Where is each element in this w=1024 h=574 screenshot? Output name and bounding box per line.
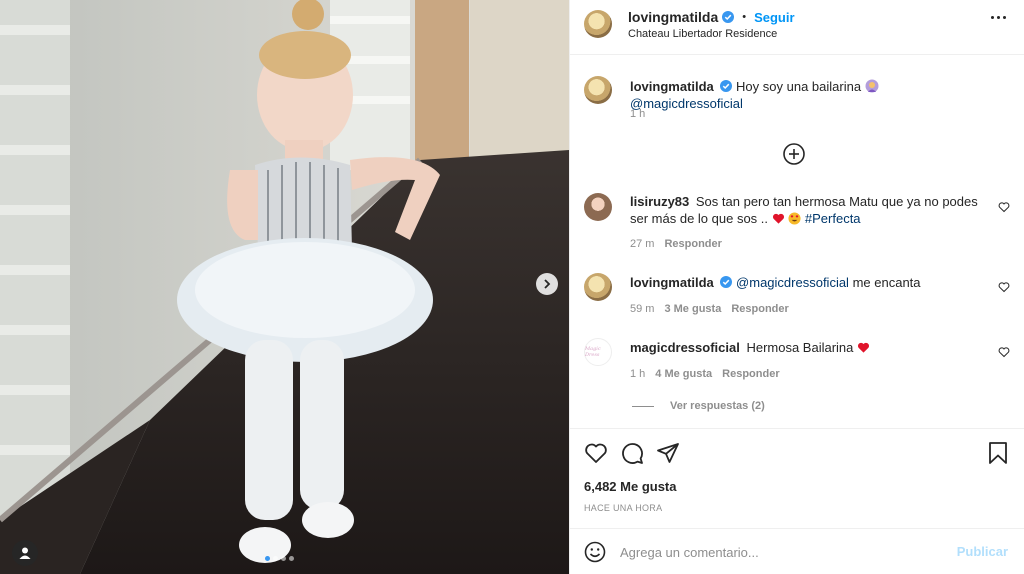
- heart-icon[interactable]: [998, 346, 1010, 358]
- user-tag-icon: [19, 547, 31, 559]
- caption-username[interactable]: lovingmatilda: [630, 79, 714, 94]
- tagged-users-button[interactable]: [12, 540, 38, 566]
- comment-text: lovingmatilda @magicdressoficial me enca…: [630, 274, 985, 291]
- carousel-dot: [265, 556, 270, 561]
- replies-divider: [632, 405, 654, 407]
- comment-username[interactable]: magicdressoficial: [630, 340, 740, 355]
- separator-dot: •: [742, 11, 747, 23]
- caption-time: 1 h: [630, 108, 646, 120]
- heart-eyes-emoji-icon: [788, 212, 801, 225]
- likes-count[interactable]: 6,482 Me gusta: [584, 479, 677, 494]
- comment-likes[interactable]: 3 Me gusta: [664, 303, 721, 315]
- heart-icon[interactable]: [584, 441, 608, 465]
- avatar[interactable]: [584, 76, 612, 104]
- reply-button[interactable]: Responder: [722, 368, 779, 380]
- post-actions: 6,482 Me gusta HACE UNA HORA: [570, 428, 1024, 528]
- comment-likes[interactable]: 4 Me gusta: [655, 368, 712, 380]
- caption-text: lovingmatilda Hoy soy una bailarina @mag…: [630, 78, 985, 112]
- load-more-icon[interactable]: [782, 142, 806, 166]
- reply-button[interactable]: Responder: [664, 238, 721, 250]
- comment-input[interactable]: [620, 541, 940, 563]
- comment-time: 1 h: [630, 368, 646, 380]
- caption-body: Hoy soy una bailarina: [736, 79, 862, 94]
- comment-text: magicdressoficial Hermosa Bailarina: [630, 339, 985, 356]
- heart-icon[interactable]: [998, 281, 1010, 293]
- comment-mention[interactable]: @magicdressoficial: [736, 275, 849, 290]
- reply-button[interactable]: Responder: [731, 303, 788, 315]
- comment-username[interactable]: lisiruzy83: [630, 194, 689, 209]
- comment-body: Hermosa Bailarina: [746, 340, 854, 355]
- avatar[interactable]: [584, 193, 612, 221]
- comment-meta: 1 h 4 Me gusta Responder: [630, 368, 780, 380]
- comments-section[interactable]: lovingmatilda Hoy soy una bailarina @mag…: [570, 56, 1024, 428]
- avatar[interactable]: [584, 273, 612, 301]
- verified-icon: [720, 276, 733, 288]
- comment-time: 59 m: [630, 303, 655, 315]
- verified-icon: [722, 11, 735, 23]
- next-arrow-icon: [544, 279, 551, 289]
- avatar[interactable]: Magic Dress: [584, 338, 612, 366]
- comment-username[interactable]: lovingmatilda: [630, 275, 714, 290]
- caption-meta: 1 h: [630, 108, 645, 120]
- carousel-indicator: [265, 556, 294, 561]
- heart-icon[interactable]: [998, 201, 1010, 213]
- comment-hashtag[interactable]: #Perfecta: [805, 211, 861, 226]
- comment-icon[interactable]: [620, 441, 644, 465]
- follow-button[interactable]: Seguir: [754, 10, 794, 25]
- dancer-emoji-icon: [865, 79, 879, 93]
- comment-time: 27 m: [630, 238, 655, 250]
- verified-icon: [720, 80, 733, 92]
- instagram-post: lovingmatilda • Seguir Chateau Libertado…: [0, 0, 1024, 574]
- carousel-dot: [289, 556, 294, 561]
- publish-button[interactable]: Publicar: [957, 544, 1008, 559]
- caption-mention[interactable]: @magicdressoficial: [630, 96, 743, 111]
- red-heart-emoji-icon: [857, 342, 870, 353]
- view-replies-button[interactable]: Ver respuestas (2): [632, 400, 765, 412]
- carousel-dot: [273, 556, 278, 561]
- comment-body: me encanta: [852, 275, 921, 290]
- header-username[interactable]: lovingmatilda: [628, 9, 718, 25]
- avatar[interactable]: [584, 10, 612, 38]
- comment-meta: 59 m 3 Me gusta Responder: [630, 303, 789, 315]
- post-photo[interactable]: [0, 0, 569, 574]
- post-timestamp: HACE UNA HORA: [584, 503, 663, 513]
- comment-meta: 27 m Responder: [630, 238, 722, 250]
- carousel-dot: [281, 556, 286, 561]
- more-icon[interactable]: [991, 16, 1006, 19]
- post-header: lovingmatilda • Seguir Chateau Libertado…: [570, 0, 1024, 55]
- save-icon[interactable]: [986, 441, 1010, 465]
- comment-text: lisiruzy83 Sos tan pero tan hermosa Matu…: [630, 193, 985, 227]
- next-photo-button[interactable]: [536, 273, 558, 295]
- red-heart-emoji-icon: [772, 213, 784, 224]
- photo-image: [0, 0, 569, 574]
- location-link[interactable]: Chateau Libertador Residence: [628, 28, 777, 40]
- post-details-pane: lovingmatilda • Seguir Chateau Libertado…: [569, 0, 1024, 574]
- header-user: lovingmatilda • Seguir: [628, 9, 795, 25]
- avatar-logo-text: Magic Dress: [585, 346, 601, 358]
- view-replies-label: Ver respuestas (2): [670, 400, 765, 412]
- share-icon[interactable]: [656, 441, 680, 465]
- emoji-icon[interactable]: [584, 541, 606, 563]
- add-comment-form: Publicar: [570, 528, 1024, 574]
